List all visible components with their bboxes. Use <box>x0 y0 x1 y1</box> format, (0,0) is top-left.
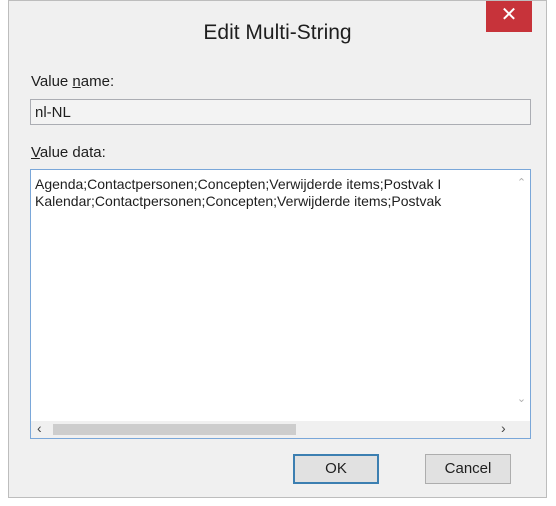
value-data-line: Agenda;Contactpersonen;Concepten;Verwijd… <box>35 176 442 192</box>
horizontal-scrollbar[interactable]: ‹ › <box>31 420 530 438</box>
dialog-title: Edit Multi-String <box>203 21 352 44</box>
value-data-textarea[interactable]: Agenda;Contactpersonen;Concepten;Verwijd… <box>30 169 531 439</box>
horizontal-scroll-thumb[interactable] <box>53 424 296 435</box>
value-data-label: Value data: <box>31 144 106 161</box>
value-data-line: Kalendar;Contactpersonen;Concepten;Verwi… <box>35 193 442 209</box>
value-data-text[interactable]: Agenda;Contactpersonen;Concepten;Verwijd… <box>35 176 505 210</box>
close-icon: ✕ <box>500 4 518 26</box>
title-bar[interactable]: Edit Multi-String ✕ <box>9 1 546 59</box>
scroll-left-icon[interactable]: ‹ <box>37 420 42 436</box>
scroll-right-icon[interactable]: › <box>501 420 506 436</box>
cancel-button[interactable]: Cancel <box>425 454 511 484</box>
ok-button[interactable]: OK <box>293 454 379 484</box>
value-name-field: nl-NL <box>30 99 531 125</box>
vertical-scrollbar[interactable]: ⌃ ⌄ <box>513 170 530 422</box>
value-name-label: Value name: <box>31 73 115 90</box>
edit-multistring-dialog: Edit Multi-String ✕ Value name: nl-NL Va… <box>8 0 547 498</box>
close-button[interactable]: ✕ <box>486 1 532 32</box>
scroll-down-icon[interactable]: ⌄ <box>513 392 530 405</box>
scroll-up-icon[interactable]: ⌃ <box>513 176 530 189</box>
